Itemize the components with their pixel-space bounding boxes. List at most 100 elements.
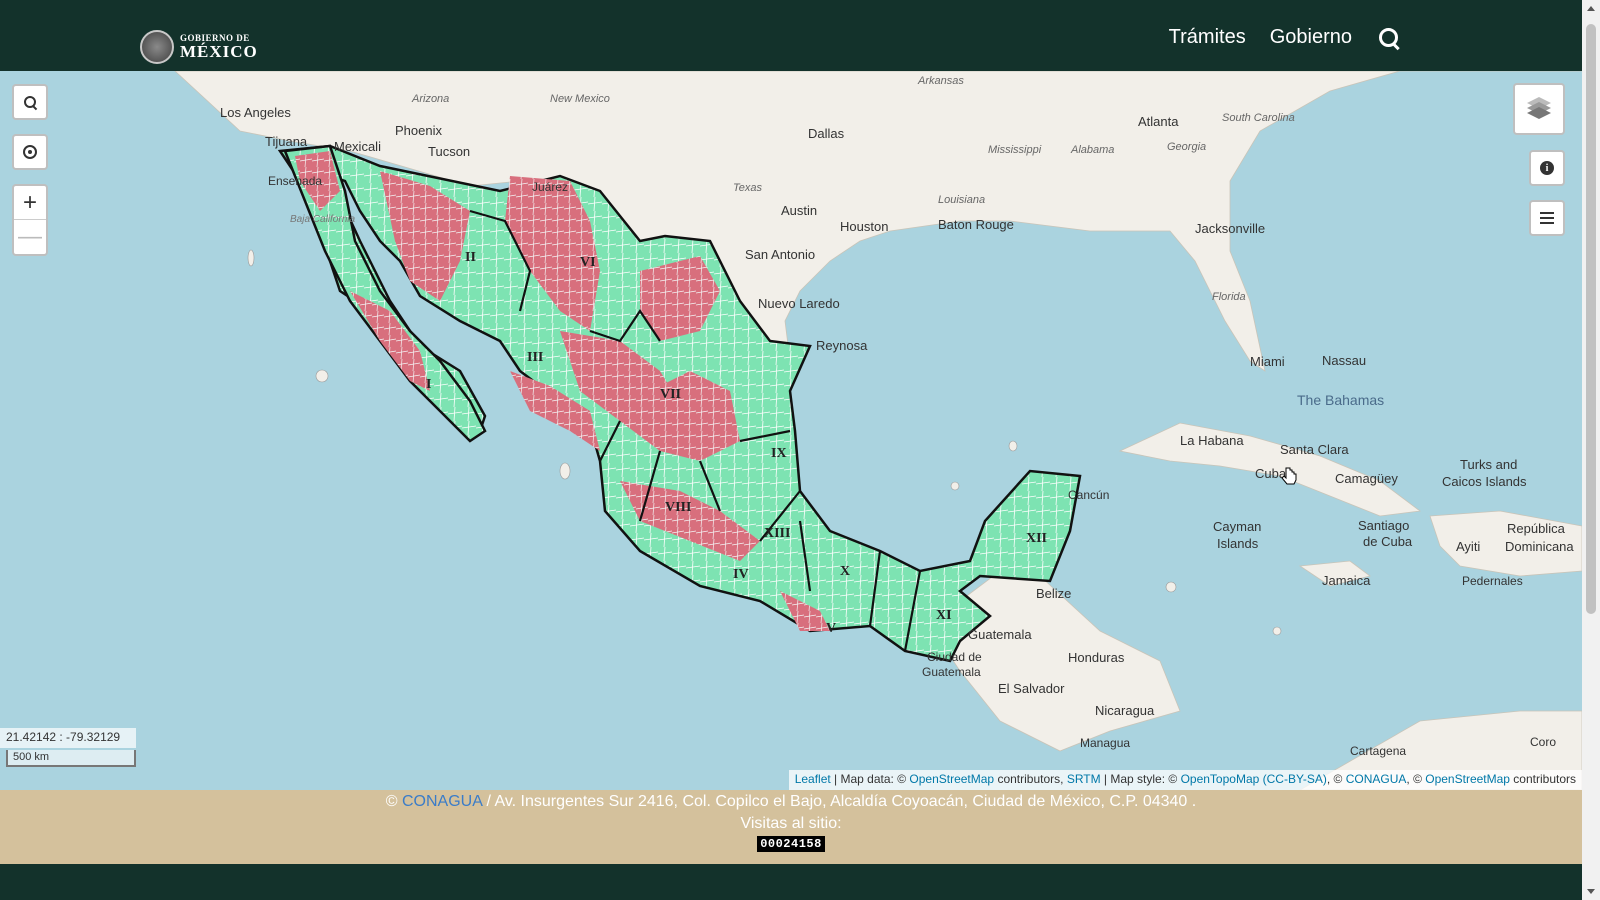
place-label: Jamaica — [1322, 573, 1371, 588]
search-icon — [24, 96, 36, 108]
place-label: Arkansas — [917, 75, 964, 87]
place-label: Cartagena — [1350, 744, 1406, 758]
legend-list-button[interactable] — [1529, 200, 1565, 236]
place-label: Islands — [1217, 536, 1259, 551]
place-label: New Mexico — [550, 93, 610, 105]
region-label-x[interactable]: X — [840, 564, 850, 579]
place-label: Jacksonville — [1195, 221, 1265, 236]
info-button[interactable]: i — [1529, 150, 1565, 186]
zoom-out-button[interactable]: — — [14, 220, 46, 254]
place-label: Baja California — [290, 214, 355, 225]
region-label-xii[interactable]: XII — [1026, 531, 1047, 546]
attribution-text: contributors, — [994, 772, 1067, 786]
place-label: Miami — [1250, 354, 1285, 369]
place-label: Atlanta — [1138, 114, 1179, 129]
scroll-up-arrow-icon[interactable] — [1587, 6, 1595, 11]
place-label: República — [1507, 521, 1566, 536]
place-label: Houston — [840, 219, 888, 234]
layers-icon — [1525, 97, 1553, 121]
map-search-button[interactable] — [12, 84, 48, 120]
page-scrollbar[interactable] — [1582, 0, 1600, 900]
coordinates-readout: 21.42142 : -79.32129 — [0, 728, 136, 748]
place-label: Santa Clara — [1280, 442, 1349, 457]
attribution-text: , © — [1326, 772, 1346, 786]
place-label: Camagüey — [1335, 471, 1398, 486]
place-label: Texas — [733, 182, 762, 194]
site-footer: © CONAGUA / Av. Insurgentes Sur 2416, Co… — [0, 790, 1582, 864]
place-label: Dallas — [808, 126, 845, 141]
place-label: Baton Rouge — [938, 217, 1014, 232]
srtm-link[interactable]: SRTM — [1067, 772, 1101, 786]
place-label: San Antonio — [745, 247, 815, 262]
attribution-text: | Map style: © — [1100, 772, 1181, 786]
place-label: Caicos Islands — [1442, 474, 1527, 489]
region-label-ix[interactable]: IX — [771, 446, 787, 461]
place-label: Turks and — [1460, 457, 1517, 472]
place-label: Guatemala — [968, 627, 1032, 642]
bottom-bar — [0, 864, 1582, 900]
leaflet-link[interactable]: Leaflet — [795, 772, 831, 786]
conagua-footer-link[interactable]: CONAGUA — [402, 793, 482, 810]
footer-address: / Av. Insurgentes Sur 2416, Col. Copilco… — [482, 793, 1197, 810]
map-canvas[interactable]: I II III IV V VI VII VIII IX X XI XII XI… — [0, 71, 1582, 790]
gobierno-logo[interactable]: GOBIERNO DE MÉXICO — [140, 30, 258, 64]
region-label-viii[interactable]: VIII — [665, 500, 691, 515]
region-label-iv[interactable]: IV — [733, 567, 749, 582]
nav-tramites[interactable]: Trámites — [1169, 26, 1246, 49]
place-label: Mexicali — [334, 139, 381, 154]
plus-icon: + — [22, 188, 37, 216]
place-label: El Salvador — [998, 681, 1065, 696]
info-icon: i — [1540, 161, 1554, 175]
zoom-control: + — — [12, 184, 48, 256]
zoom-in-button[interactable]: + — [14, 186, 46, 220]
place-label: de Cuba — [1363, 534, 1413, 549]
place-label: Arizona — [411, 93, 449, 105]
visits-counter: 00024158 — [757, 836, 825, 852]
place-label: Ayiti — [1456, 539, 1480, 554]
place-label: Cancún — [1068, 488, 1109, 502]
scale-bar: 500 km — [6, 750, 136, 767]
place-label: Reynosa — [816, 338, 868, 353]
place-label: La Habana — [1180, 433, 1244, 448]
attribution-text: | Map data: © — [830, 772, 910, 786]
map-viewport[interactable]: I II III IV V VI VII VIII IX X XI XII XI… — [0, 71, 1582, 790]
osm-link[interactable]: OpenStreetMap — [909, 772, 994, 786]
site-header: GOBIERNO DE MÉXICO Trámites Gobierno — [0, 0, 1582, 71]
region-label-xiii[interactable]: XIII — [764, 526, 790, 541]
place-label: Santiago — [1358, 518, 1409, 533]
region-label-v[interactable]: V — [826, 621, 836, 636]
opentopomap-link[interactable]: OpenTopoMap (CC-BY-SA) — [1181, 772, 1327, 786]
region-label-vii[interactable]: VII — [660, 387, 681, 402]
region-label-i[interactable]: I — [426, 377, 431, 392]
place-label: Honduras — [1068, 650, 1125, 665]
layers-button[interactable] — [1513, 83, 1565, 135]
place-label: Nicaragua — [1095, 703, 1155, 718]
place-label: Dominicana — [1505, 539, 1574, 554]
place-label: Nuevo Laredo — [758, 296, 840, 311]
copyright-symbol: © — [385, 793, 402, 810]
place-label: Alabama — [1070, 144, 1114, 156]
place-label: Tijuana — [265, 134, 308, 149]
seal-icon — [140, 30, 174, 64]
scroll-thumb[interactable] — [1586, 24, 1596, 614]
region-label-xi[interactable]: XI — [936, 608, 952, 623]
attribution-text: , © — [1406, 772, 1426, 786]
place-label: Belize — [1036, 586, 1071, 601]
attribution-text: contributors — [1509, 772, 1576, 786]
region-label-vi[interactable]: VI — [580, 255, 596, 270]
region-label-ii[interactable]: II — [465, 250, 476, 265]
region-label-iii[interactable]: III — [527, 350, 543, 365]
nav-gobierno[interactable]: Gobierno — [1270, 26, 1352, 49]
place-label: Juárez — [532, 180, 568, 194]
scroll-down-arrow-icon[interactable] — [1587, 889, 1595, 894]
place-label: Cayman — [1213, 519, 1261, 534]
locate-button[interactable] — [12, 134, 48, 170]
osm-link-2[interactable]: OpenStreetMap — [1425, 772, 1510, 786]
logo-line2: MÉXICO — [180, 42, 258, 61]
search-icon[interactable] — [1378, 27, 1400, 49]
place-label: Managua — [1080, 736, 1130, 750]
minus-icon: — — [18, 223, 42, 250]
map-attribution: Leaflet | Map data: © OpenStreetMap cont… — [788, 770, 1582, 790]
conagua-link[interactable]: CONAGUA — [1346, 772, 1407, 786]
place-label: Los Angeles — [220, 105, 291, 120]
